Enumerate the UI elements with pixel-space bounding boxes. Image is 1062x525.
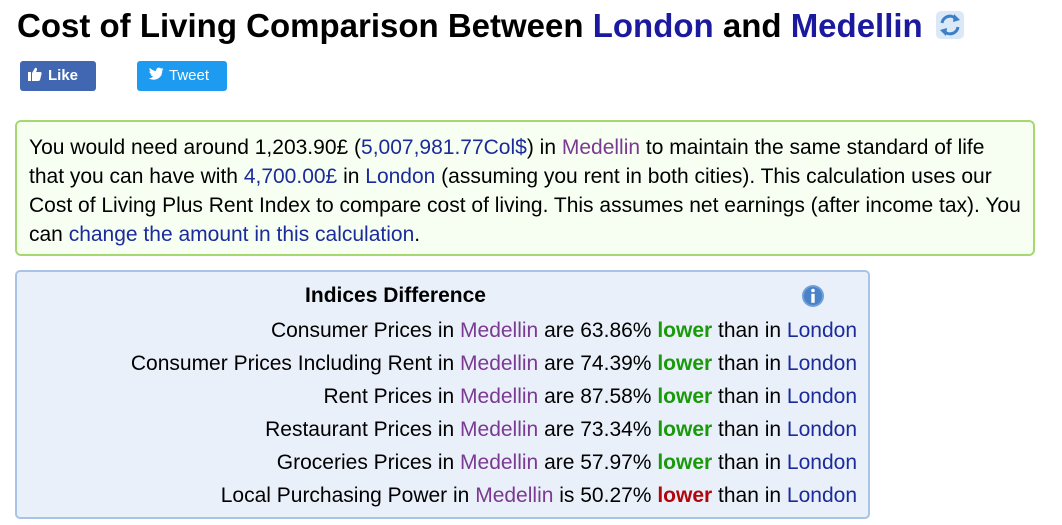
index-percent: are 57.97%	[538, 451, 658, 474]
summary-text: You would need around 1,203.90£ (	[29, 136, 362, 159]
title-and: and	[713, 7, 791, 44]
index-percent: is 50.27%	[553, 484, 658, 507]
index-label: Groceries Prices in	[276, 451, 461, 474]
index-row: Consumer Prices Including Rent in Medell…	[131, 347, 857, 380]
index-than: than in	[712, 319, 787, 342]
tweet-label: Tweet	[169, 67, 210, 84]
index-city1: London	[786, 319, 857, 342]
index-city1: London	[786, 484, 857, 507]
index-label: Restaurant Prices in	[265, 418, 461, 441]
index-city1: London	[786, 451, 857, 474]
facebook-like-icon	[28, 67, 42, 82]
twitter-icon	[148, 67, 164, 80]
cost-summary-box: You would need around 1,203.90£ (5,007,9…	[15, 120, 1035, 256]
summary-city2: Medellin	[561, 136, 641, 159]
index-city2: Medellin	[460, 352, 539, 375]
index-city2: Medellin	[460, 385, 539, 408]
index-city1: London	[786, 418, 857, 441]
index-than: than in	[712, 418, 787, 441]
summary-text: in	[337, 165, 366, 188]
title-city1[interactable]: London	[593, 7, 714, 44]
index-row: Restaurant Prices in Medellin are 73.34%…	[131, 413, 857, 446]
index-percent: are 87.58%	[538, 385, 658, 408]
index-row: Local Purchasing Power in Medellin is 50…	[131, 479, 857, 512]
title-city2[interactable]: Medellin	[791, 7, 923, 44]
index-city1: London	[786, 352, 857, 375]
index-city2: Medellin	[460, 451, 539, 474]
index-percent: are 63.86%	[538, 319, 658, 342]
index-percent: are 73.34%	[538, 418, 658, 441]
refresh-icon[interactable]	[935, 9, 965, 40]
index-direction: lower	[657, 451, 713, 474]
indices-rows: Consumer Prices in Medellin are 63.86% l…	[131, 314, 857, 512]
facebook-like-button[interactable]: Like	[20, 61, 96, 91]
index-than: than in	[712, 385, 787, 408]
info-icon[interactable]	[801, 284, 825, 308]
like-label: Like	[48, 67, 79, 84]
index-city2: Medellin	[460, 418, 539, 441]
index-row: Consumer Prices in Medellin are 63.86% l…	[131, 314, 857, 347]
index-than: than in	[712, 352, 787, 375]
index-label: Consumer Prices Including Rent in	[130, 352, 461, 375]
index-than: than in	[712, 484, 787, 507]
index-city1: London	[786, 385, 857, 408]
summary-city1: London	[365, 165, 436, 188]
summary-text: ) in	[526, 136, 562, 159]
index-label: Rent Prices in	[323, 385, 461, 408]
index-city2: Medellin	[475, 484, 554, 507]
index-percent: are 74.39%	[538, 352, 658, 375]
local-amount: 5,007,981.77Col$	[361, 136, 527, 159]
change-amount-link[interactable]: change the amount in this calculation	[69, 223, 415, 246]
index-direction: lower	[657, 418, 713, 441]
index-row: Rent Prices in Medellin are 87.58% lower…	[131, 380, 857, 413]
indices-difference-box: Indices Difference Consumer Prices in Me…	[15, 270, 870, 519]
page-title: Cost of Living Comparison Between London…	[17, 6, 965, 46]
tweet-button[interactable]: Tweet	[137, 61, 227, 91]
index-row: Groceries Prices in Medellin are 57.97% …	[131, 446, 857, 479]
index-than: than in	[712, 451, 787, 474]
title-prefix: Cost of Living Comparison Between	[17, 7, 593, 44]
summary-text: .	[414, 223, 421, 246]
index-label: Consumer Prices in	[270, 319, 461, 342]
index-direction: lower	[657, 319, 713, 342]
index-direction: lower	[657, 484, 713, 507]
index-city2: Medellin	[460, 319, 539, 342]
indices-heading: Indices Difference	[305, 284, 486, 307]
summary-amount: 4,700.00£	[243, 165, 338, 188]
index-label: Local Purchasing Power in	[220, 484, 476, 507]
index-direction: lower	[657, 385, 713, 408]
index-direction: lower	[657, 352, 713, 375]
